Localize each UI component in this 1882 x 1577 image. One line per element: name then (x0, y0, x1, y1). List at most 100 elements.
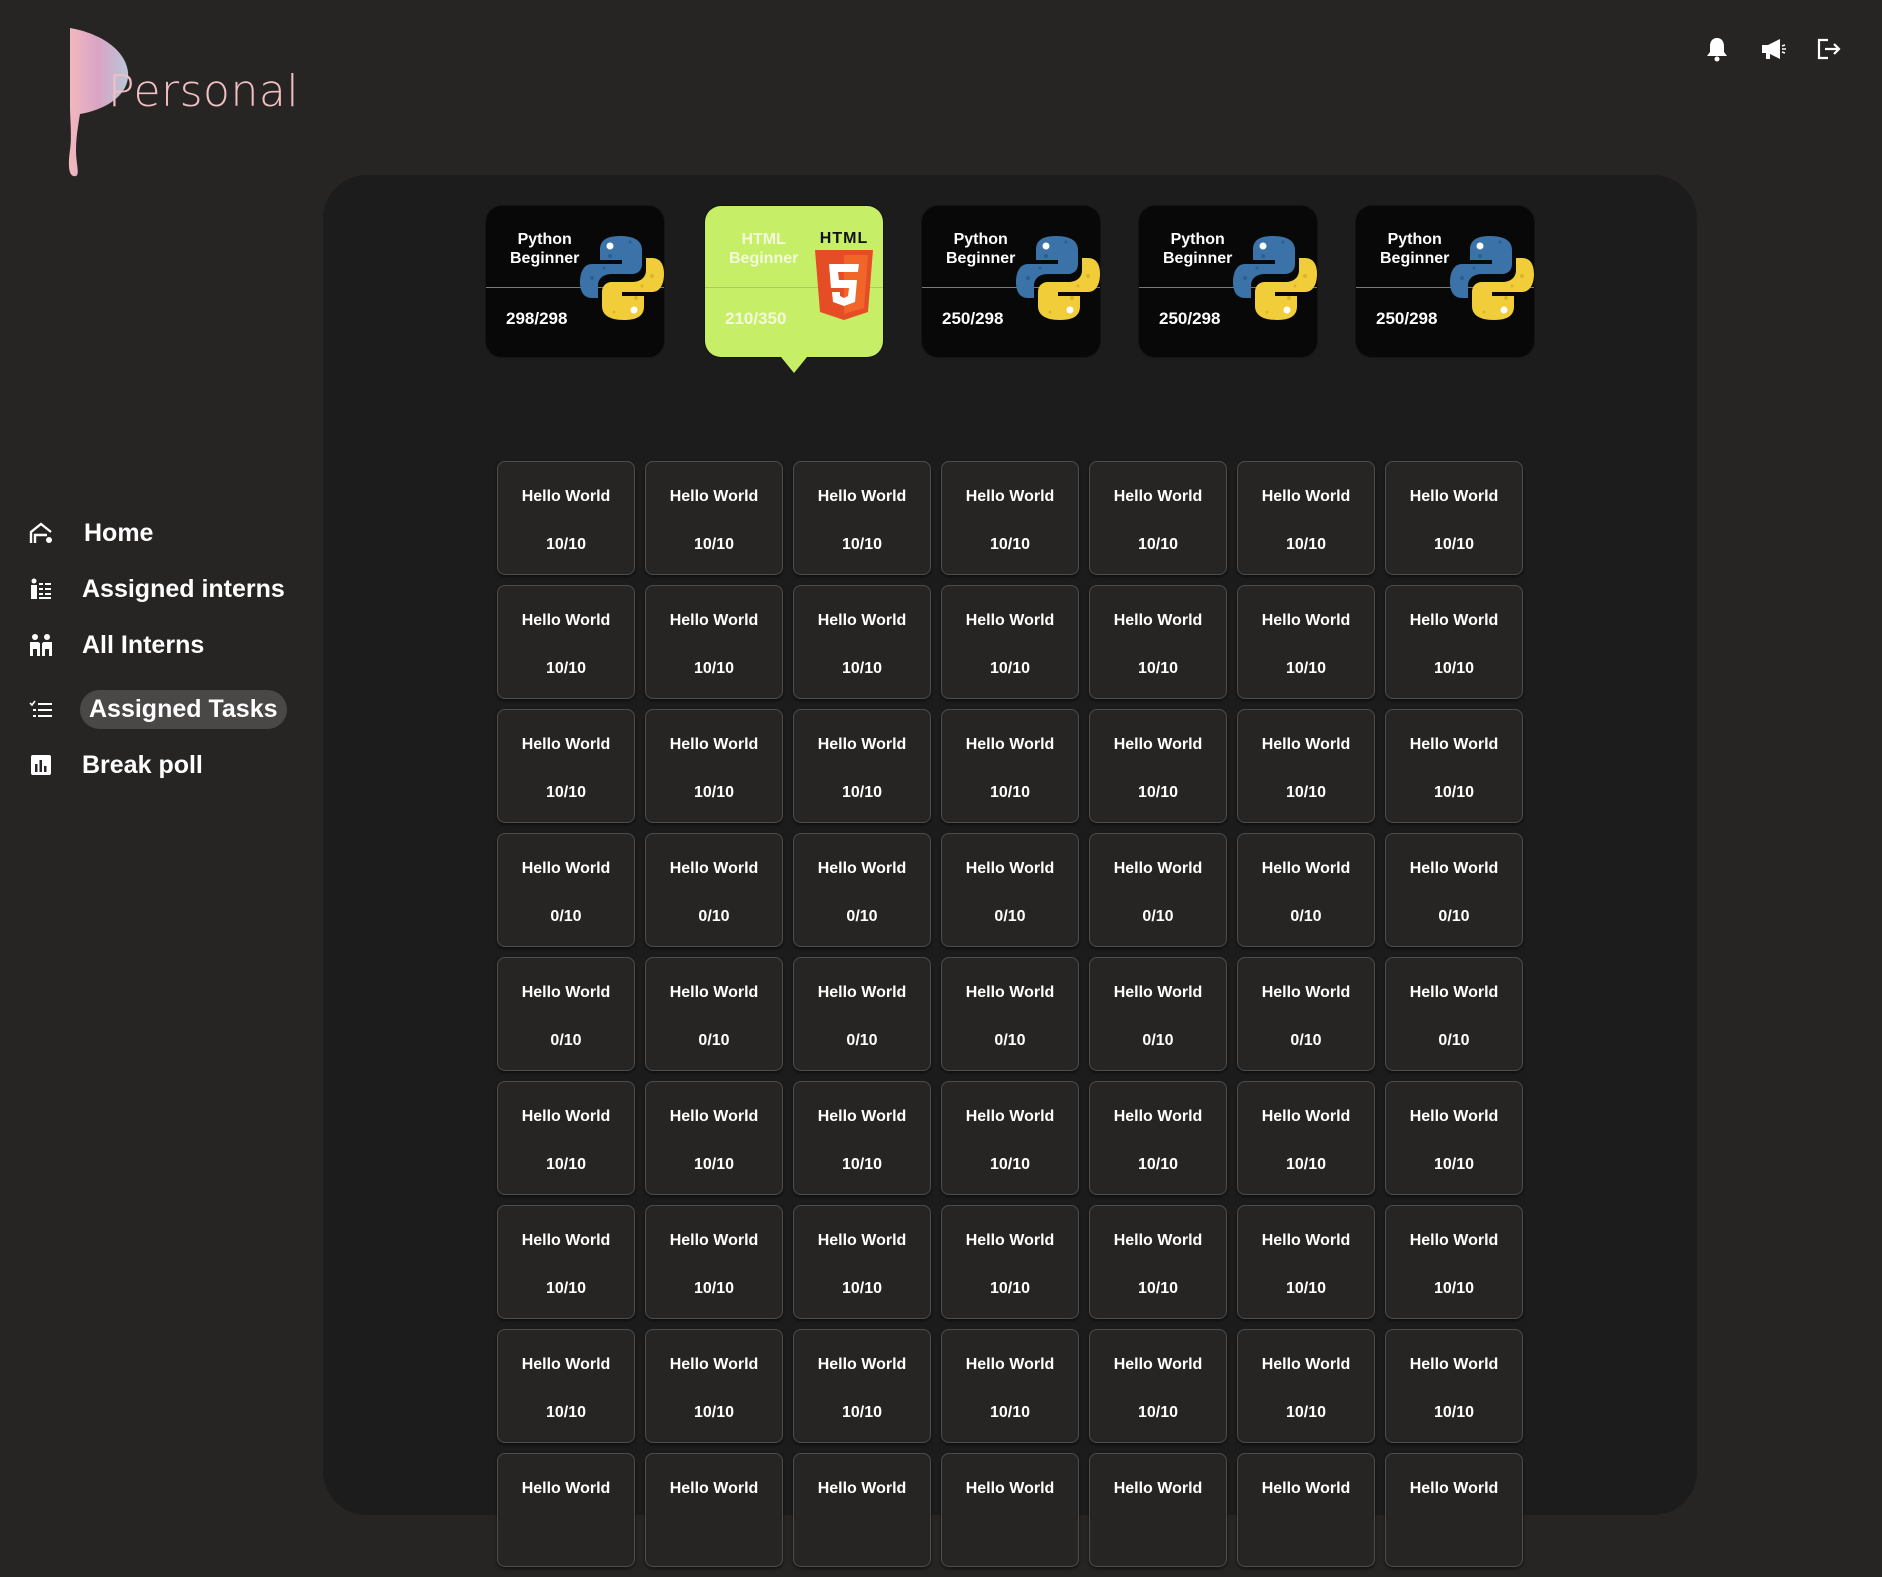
task-card[interactable]: Hello World 10/10 (497, 1329, 635, 1443)
task-card[interactable]: Hello World 10/10 (497, 1205, 635, 1319)
task-score: 0/10 (994, 1032, 1026, 1049)
task-card[interactable]: Hello World 0/10 (1089, 833, 1227, 947)
task-card[interactable]: Hello World 10/10 (645, 1081, 783, 1195)
task-card[interactable]: Hello World 10/10 (1385, 1081, 1523, 1195)
sidebar-item-home[interactable]: Home (24, 516, 153, 550)
task-card[interactable]: Hello World 10/10 (793, 1205, 931, 1319)
course-card[interactable]: Python Beginner 298/298 (486, 206, 664, 357)
task-card[interactable]: Hello World (941, 1453, 1079, 1567)
task-card[interactable]: Hello World (497, 1453, 635, 1567)
task-card[interactable]: Hello World 10/10 (1237, 709, 1375, 823)
task-score: 10/10 (1137, 1280, 1179, 1297)
task-card[interactable]: Hello World 10/10 (1237, 461, 1375, 575)
task-card[interactable]: Hello World 10/10 (1089, 1329, 1227, 1443)
task-card[interactable]: Hello World 10/10 (645, 585, 783, 699)
task-card[interactable]: Hello World 10/10 (941, 1205, 1079, 1319)
task-card[interactable]: Hello World 10/10 (793, 461, 931, 575)
task-card[interactable]: Hello World 10/10 (941, 709, 1079, 823)
task-card[interactable]: Hello World (1237, 1453, 1375, 1567)
task-score: 10/10 (841, 1156, 883, 1173)
task-card[interactable]: Hello World 10/10 (941, 1081, 1079, 1195)
task-title: Hello World (669, 1108, 759, 1125)
logout-icon[interactable] (1816, 32, 1842, 66)
sidebar-item-all-interns[interactable]: All Interns (24, 628, 204, 662)
task-card[interactable]: Hello World 10/10 (1237, 1081, 1375, 1195)
task-card[interactable]: Hello World 10/10 (1089, 585, 1227, 699)
task-card[interactable]: Hello World 10/10 (1237, 1205, 1375, 1319)
task-card[interactable]: Hello World 10/10 (645, 1205, 783, 1319)
task-title: Hello World (1409, 984, 1499, 1001)
task-card[interactable]: Hello World 10/10 (1237, 1329, 1375, 1443)
task-card[interactable]: Hello World 10/10 (793, 585, 931, 699)
task-score: 10/10 (545, 1280, 587, 1297)
task-card[interactable]: Hello World 0/10 (1385, 957, 1523, 1071)
task-card[interactable]: Hello World (1089, 1453, 1227, 1567)
task-card[interactable]: Hello World 10/10 (941, 585, 1079, 699)
task-card[interactable]: Hello World (1385, 1453, 1523, 1567)
active-card-pointer (781, 357, 807, 373)
task-card[interactable]: Hello World 10/10 (793, 709, 931, 823)
task-card[interactable]: Hello World 0/10 (793, 833, 931, 947)
task-card[interactable]: Hello World (645, 1453, 783, 1567)
task-card[interactable]: Hello World 10/10 (497, 585, 635, 699)
task-score: 10/10 (1285, 536, 1327, 553)
task-card[interactable]: Hello World 10/10 (1385, 709, 1523, 823)
task-card[interactable]: Hello World 10/10 (793, 1081, 931, 1195)
task-title: Hello World (965, 984, 1055, 1001)
task-title: Hello World (1409, 1108, 1499, 1125)
task-score: 0/10 (698, 1032, 730, 1049)
task-score: 10/10 (1433, 1156, 1475, 1173)
task-card[interactable]: Hello World (793, 1453, 931, 1567)
task-card[interactable]: Hello World 0/10 (1385, 833, 1523, 947)
sidebar-item-assigned-tasks[interactable]: Assigned Tasks (24, 690, 287, 729)
bell-icon[interactable] (1704, 32, 1730, 66)
megaphone-icon[interactable] (1760, 32, 1786, 66)
task-card[interactable]: Hello World 0/10 (497, 833, 635, 947)
sidebar-item-assigned-interns[interactable]: Assigned interns (24, 572, 285, 606)
task-card[interactable]: Hello World 10/10 (1385, 1205, 1523, 1319)
task-card[interactable]: Hello World 10/10 (793, 1329, 931, 1443)
task-card[interactable]: Hello World 10/10 (1385, 461, 1523, 575)
task-card[interactable]: Hello World 0/10 (645, 957, 783, 1071)
task-score: 10/10 (1137, 660, 1179, 677)
task-card[interactable]: Hello World 10/10 (645, 709, 783, 823)
task-card[interactable]: Hello World 10/10 (941, 1329, 1079, 1443)
task-title: Hello World (1409, 612, 1499, 629)
task-card[interactable]: Hello World 10/10 (497, 461, 635, 575)
task-title: Hello World (817, 1356, 907, 1373)
task-card[interactable]: Hello World 0/10 (1237, 833, 1375, 947)
task-card[interactable]: Hello World 0/10 (497, 957, 635, 1071)
task-title: Hello World (965, 1356, 1055, 1373)
course-card[interactable]: Python Beginner 250/298 (1356, 206, 1534, 357)
task-title: Hello World (1261, 1108, 1351, 1125)
task-card[interactable]: Hello World 10/10 (497, 1081, 635, 1195)
task-card[interactable]: Hello World 10/10 (645, 1329, 783, 1443)
sidebar-item-break-poll[interactable]: Break poll (24, 748, 203, 782)
task-title: Hello World (817, 1480, 907, 1497)
task-card[interactable]: Hello World 0/10 (1089, 957, 1227, 1071)
task-card[interactable]: Hello World 10/10 (941, 461, 1079, 575)
course-card[interactable]: Python Beginner 250/298 (1139, 206, 1317, 357)
task-card[interactable]: Hello World 10/10 (1237, 585, 1375, 699)
task-card[interactable]: Hello World 0/10 (1237, 957, 1375, 1071)
task-card[interactable]: Hello World 10/10 (1385, 1329, 1523, 1443)
task-card[interactable]: Hello World 0/10 (941, 833, 1079, 947)
task-card[interactable]: Hello World 10/10 (1089, 461, 1227, 575)
task-title: Hello World (1113, 612, 1203, 629)
task-card[interactable]: Hello World 0/10 (793, 957, 931, 1071)
course-card[interactable]: Python Beginner 250/298 (922, 206, 1100, 357)
task-title: Hello World (965, 612, 1055, 629)
task-card[interactable]: Hello World 10/10 (1089, 1081, 1227, 1195)
task-card[interactable]: Hello World 10/10 (1089, 709, 1227, 823)
task-card[interactable]: Hello World 10/10 (645, 461, 783, 575)
task-card[interactable]: Hello World 10/10 (1385, 585, 1523, 699)
task-title: Hello World (669, 1356, 759, 1373)
task-card[interactable]: Hello World 0/10 (645, 833, 783, 947)
task-title: Hello World (817, 736, 907, 753)
task-card[interactable]: Hello World 0/10 (941, 957, 1079, 1071)
course-card[interactable]: HTML Beginner 210/350 HTML (705, 206, 883, 373)
task-card[interactable]: Hello World 10/10 (1089, 1205, 1227, 1319)
task-card[interactable]: Hello World 10/10 (497, 709, 635, 823)
task-score: 0/10 (1438, 1032, 1470, 1049)
task-title: Hello World (965, 1480, 1055, 1497)
